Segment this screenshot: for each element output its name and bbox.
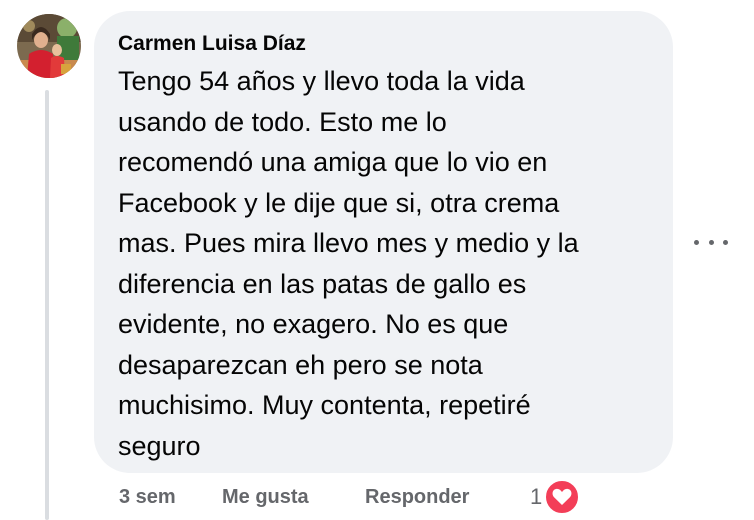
reply-button[interactable]: Responder xyxy=(365,482,469,512)
comment-bubble: Carmen Luisa Díaz Tengo 54 años y llevo … xyxy=(94,11,673,473)
avatar-photo xyxy=(17,14,81,78)
more-dot xyxy=(694,239,699,245)
more-options-icon[interactable] xyxy=(694,228,728,256)
more-dot xyxy=(723,239,728,245)
heart-icon xyxy=(544,479,581,515)
reaction-count: 1 xyxy=(530,484,543,509)
comment-text: Tengo 54 años y llevo toda la vida usand… xyxy=(118,66,579,461)
comment-container: Carmen Luisa Díaz Tengo 54 años y llevo … xyxy=(0,0,754,520)
thread-line xyxy=(45,90,49,520)
author-name[interactable]: Carmen Luisa Díaz xyxy=(118,29,306,59)
avatar[interactable] xyxy=(17,14,81,78)
comment-timestamp[interactable]: 3 sem xyxy=(119,482,176,512)
like-button[interactable]: Me gusta xyxy=(222,482,309,512)
more-dot xyxy=(708,239,714,245)
reaction-summary[interactable]: 1 xyxy=(530,479,581,515)
